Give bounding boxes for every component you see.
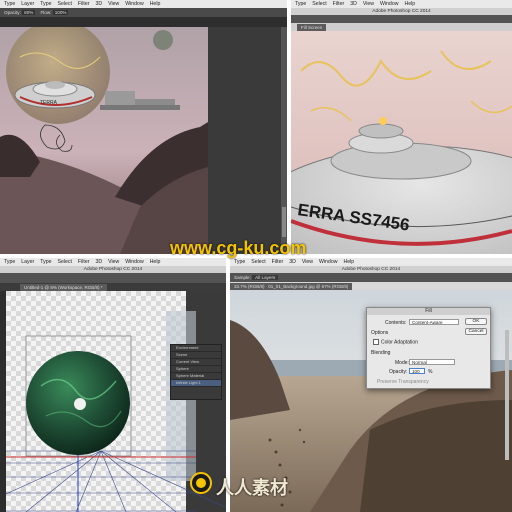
menu-item[interactable]: Select — [251, 258, 265, 266]
menu-item[interactable]: 3D — [350, 0, 357, 8]
layer-row[interactable]: Current View — [171, 359, 221, 366]
mode-select[interactable]: Normal — [409, 359, 455, 365]
color-adaptation-option[interactable]: Color Adaptation — [373, 339, 418, 345]
site-watermark: www.cg-ku.com — [170, 238, 307, 258]
menu-item[interactable]: Type — [4, 0, 15, 8]
menu-item[interactable]: 3D — [95, 0, 102, 8]
menu-bar: Type Layer Type Select Filter 3D View Wi… — [0, 0, 287, 8]
menu-item[interactable]: Help — [150, 0, 161, 8]
menu-item[interactable]: Type — [234, 258, 245, 266]
options-bar: Sample: All Layers — [230, 273, 512, 282]
menu-item[interactable]: Layer — [21, 258, 34, 266]
menu-item[interactable]: Layer — [21, 0, 34, 8]
menu-item[interactable]: View — [108, 0, 119, 8]
panel-top-right: Type Select Filter 3D View Window Help A… — [291, 0, 512, 254]
menu-item[interactable]: Type — [40, 258, 51, 266]
window-title: Adobe Photoshop CC 2014 — [0, 266, 226, 273]
layer-row[interactable]: Environment — [171, 345, 221, 352]
opacity-unit: % — [428, 369, 433, 375]
contents-select[interactable]: Content-Aware — [409, 319, 459, 325]
cancel-button[interactable]: Cancel — [465, 328, 487, 335]
menu-item[interactable]: Help — [150, 258, 161, 266]
menu-item[interactable]: Filter — [78, 258, 90, 266]
menu-item[interactable]: Filter — [333, 0, 345, 8]
menu-bar: Type Select Filter 3D View Window Help — [291, 0, 512, 8]
menu-item[interactable]: Help — [404, 0, 415, 8]
canvas-ufo-scene[interactable]: TERRA — [0, 27, 287, 254]
logo-icon — [196, 478, 206, 488]
menu-item[interactable]: Type — [295, 0, 306, 8]
menu-item[interactable]: View — [108, 258, 119, 266]
blending-heading: Blending — [371, 350, 391, 356]
ok-button[interactable]: OK — [465, 318, 487, 325]
fill-dialog: Fill Contents: Content-Aware OK Cancel O… — [366, 307, 491, 389]
menu-item[interactable]: Select — [312, 0, 326, 8]
options-bar: Opacity: 80% Flow: 100% — [0, 8, 287, 17]
options-bar — [291, 15, 512, 23]
layer-row[interactable]: Infinite Light 1 — [171, 380, 221, 387]
opacity-value[interactable]: 80% — [22, 10, 36, 15]
menu-item[interactable]: Window — [380, 0, 398, 8]
layer-row[interactable]: Scene — [171, 352, 221, 359]
menu-bar: Type Select Filter 3D View Window Help — [230, 258, 512, 266]
menu-item[interactable]: View — [363, 0, 374, 8]
flow-value[interactable]: 100% — [52, 10, 69, 15]
opacity-label: Opacity: — [4, 10, 21, 15]
sample-label: Sample: — [234, 275, 251, 280]
color-adaptation-label: Color Adaptation — [381, 339, 418, 346]
options-heading: Options — [371, 330, 389, 336]
flow-label: Flow: — [40, 10, 52, 15]
document-name: 01_01_Background.jpg @ 67% (RGB/8) — [268, 284, 349, 289]
menu-item[interactable]: Filter — [272, 258, 284, 266]
preserve-transparency-label: Preserve Transparency — [377, 379, 429, 385]
options-bar — [0, 273, 226, 283]
menu-item[interactable]: Select — [57, 0, 71, 8]
menu-item[interactable]: View — [302, 258, 313, 266]
canvas-saucer-closeup[interactable]: ERRA SS7456 — [291, 31, 512, 254]
mode-label: Mode: — [395, 360, 409, 366]
window-title: Adobe Photoshop CC 2014 — [230, 266, 512, 273]
menu-item[interactable]: 3D — [95, 258, 102, 266]
menu-item[interactable]: Window — [125, 258, 143, 266]
menu-item[interactable]: Select — [57, 258, 71, 266]
zoom-readout: 33.7% (RGB/8) — [234, 284, 265, 289]
menu-item[interactable]: Filter — [78, 0, 90, 8]
3d-layers-panel: Environment Scene Current View Sphere Sp… — [170, 344, 222, 400]
menu-item[interactable]: Type — [40, 0, 51, 8]
menu-item[interactable]: Help — [343, 258, 354, 266]
document-tab[interactable]: Fill Screen — [297, 24, 327, 31]
document-tab[interactable]: 33.7% (RGB/8) 01_01_Background.jpg @ 67%… — [230, 283, 353, 290]
panel-top-left: Type Layer Type Select Filter 3D View Wi… — [0, 0, 287, 254]
watermark-logo — [190, 472, 212, 494]
panel-bottom-left: Type Layer Type Select Filter 3D View Wi… — [0, 258, 226, 512]
sample-select[interactable]: All Layers — [252, 275, 279, 280]
layer-row[interactable]: Sphere Material — [171, 373, 221, 380]
document-tab[interactable]: Untitled-1 @ 8% (Workspace, RGB/8) * — [20, 284, 107, 291]
cn-watermark: 人人素材 — [216, 478, 288, 498]
window-title: Adobe Photoshop CC 2014 — [291, 8, 512, 15]
menu-item[interactable]: Type — [4, 258, 15, 266]
menu-item[interactable]: Window — [125, 0, 143, 8]
opacity-input[interactable]: 100 — [409, 368, 425, 374]
dialog-title: Fill — [367, 308, 490, 315]
color-adaptation-checkbox[interactable] — [373, 339, 379, 345]
menu-bar: Type Layer Type Select Filter 3D View Wi… — [0, 258, 226, 266]
opacity-label: Opacity: — [389, 369, 408, 375]
menu-item[interactable]: Window — [319, 258, 337, 266]
menu-item[interactable]: 3D — [289, 258, 296, 266]
layer-row[interactable]: Sphere — [171, 366, 221, 373]
ufo-label: TERRA — [40, 100, 58, 106]
contents-label: Contents: — [385, 320, 407, 326]
